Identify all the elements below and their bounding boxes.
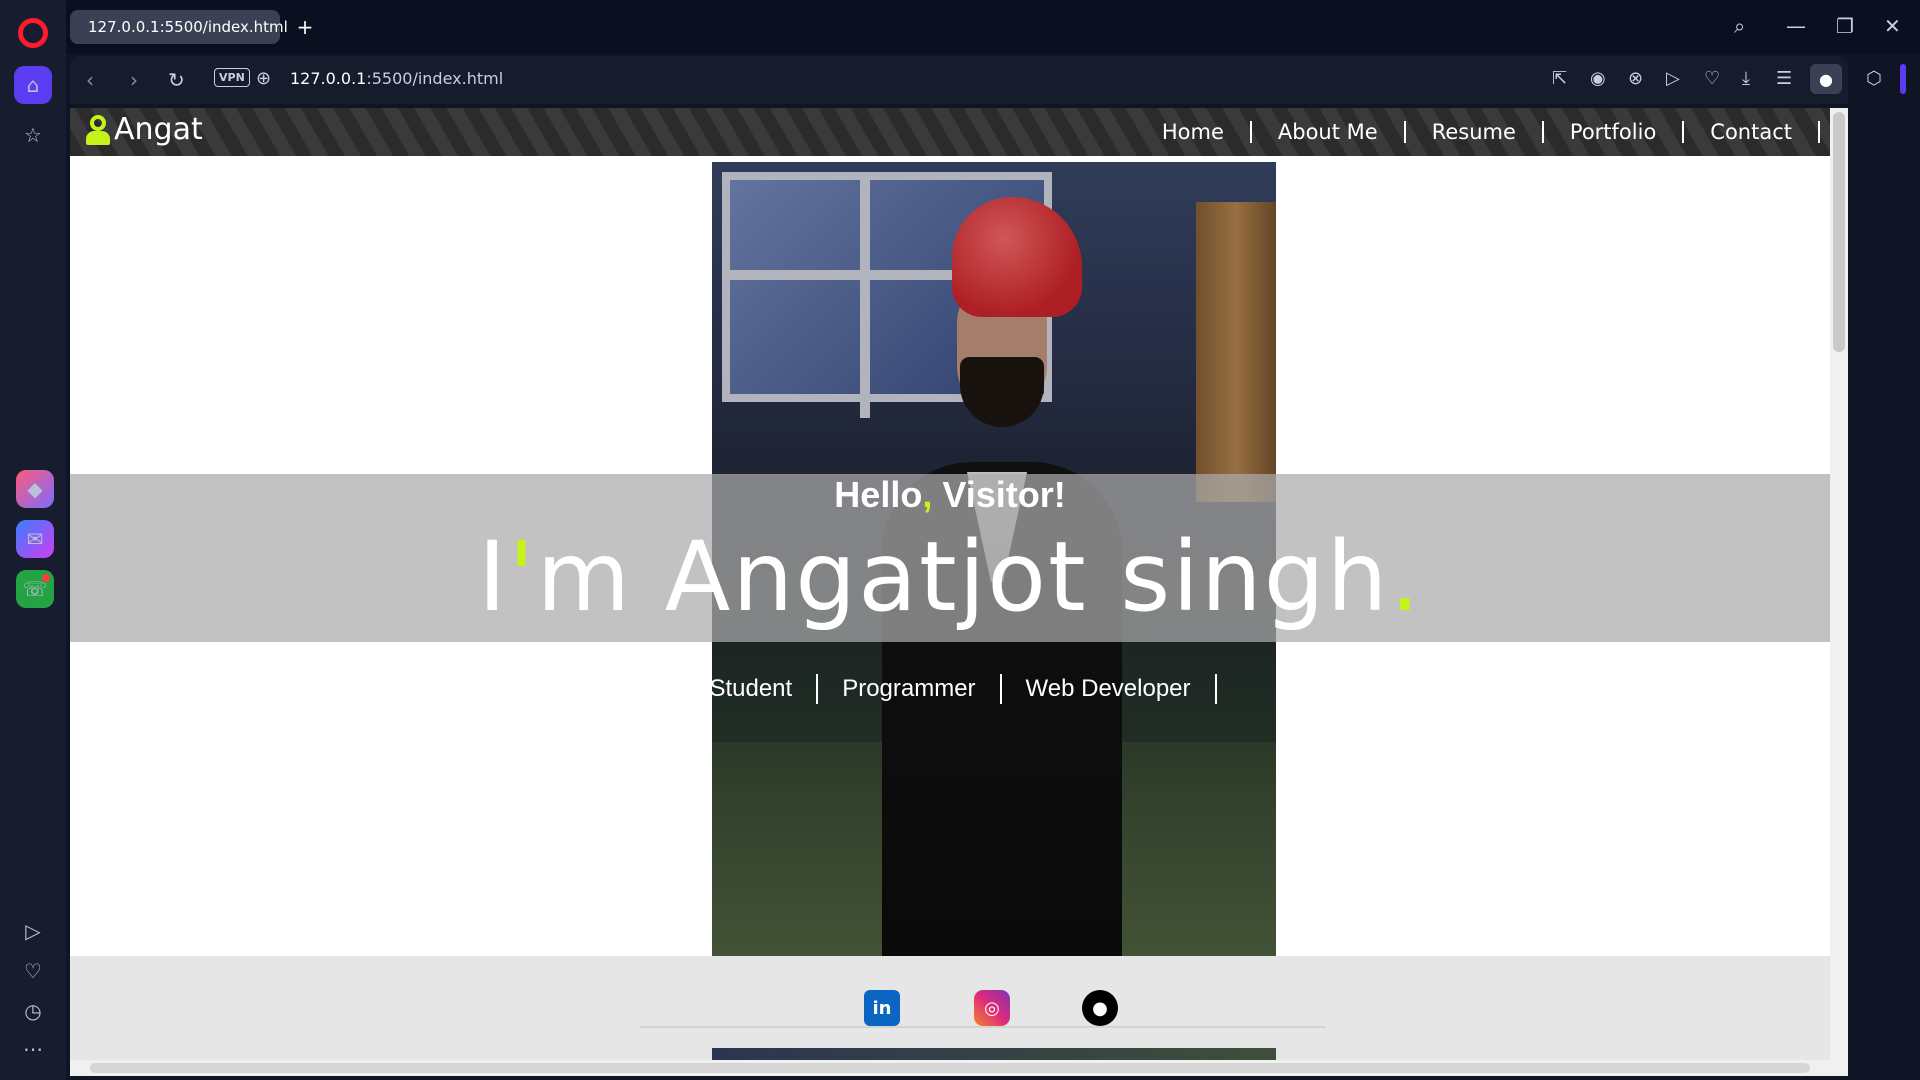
home-icon[interactable]: ⌂ <box>14 66 52 104</box>
profile-icon[interactable]: ● <box>1810 64 1842 94</box>
nav-home[interactable]: Home <box>1136 121 1252 143</box>
vertical-scrollbar[interactable] <box>1830 108 1848 1076</box>
history-icon[interactable]: ◷ <box>14 992 52 1030</box>
greeting-word: Hello <box>834 474 923 515</box>
back-icon[interactable]: ‹ <box>86 68 94 92</box>
share-icon[interactable]: ⇱ <box>1552 68 1567 89</box>
more-icon[interactable]: ⋯ <box>14 1030 52 1068</box>
horizontal-scrollbar[interactable] <box>70 1060 1848 1076</box>
greeting-rest: Visitor! <box>932 474 1066 515</box>
social-band <box>70 956 1830 1060</box>
tab-title: 127.0.0.1:5500/index.html <box>88 18 288 36</box>
linkedin-icon[interactable]: in <box>864 990 900 1026</box>
hero-name: I'm Angatjot singh. <box>70 522 1830 632</box>
new-tab-button[interactable]: + <box>292 14 318 40</box>
tab-strip: 127.0.0.1:5500/index.html + ⌕ — ❐ ✕ <box>66 0 1920 54</box>
forward-icon[interactable]: › <box>130 68 138 92</box>
url-field[interactable]: 127.0.0.1:5500/index.html <box>290 69 503 88</box>
nav-resume[interactable]: Resume <box>1406 121 1544 143</box>
heart-icon[interactable]: ♡ <box>14 952 52 990</box>
instagram-icon[interactable]: ◎ <box>974 990 1010 1026</box>
messenger-icon[interactable]: ✉ <box>16 520 54 558</box>
flow-icon[interactable]: ▷ <box>1666 68 1680 89</box>
aria-icon[interactable]: ◆ <box>16 470 54 508</box>
github-icon[interactable]: ● <box>1082 990 1118 1026</box>
favorite-icon[interactable]: ♡ <box>1704 68 1720 89</box>
minimize-icon[interactable]: — <box>1786 14 1806 38</box>
site-menu: Home About Me Resume Portfolio Contact <box>1136 108 1820 156</box>
nav-portfolio[interactable]: Portfolio <box>1544 121 1685 143</box>
close-icon[interactable]: ✕ <box>1884 14 1901 38</box>
block-ads-icon[interactable]: ⊗ <box>1628 68 1643 89</box>
social-divider <box>640 1026 1326 1028</box>
name-dot: . <box>1389 521 1423 633</box>
reload-icon[interactable]: ↻ <box>168 68 185 92</box>
opera-logo-icon[interactable] <box>18 18 48 48</box>
role-item: Web Developer <box>999 674 1217 704</box>
snapshot-icon[interactable]: ◉ <box>1590 68 1606 89</box>
name-prefix: I <box>477 521 509 633</box>
hero-greeting: Hello, Visitor! <box>70 474 1830 516</box>
url-host: 127.0.0.1 <box>290 69 367 88</box>
star-icon[interactable]: ☆ <box>14 116 52 154</box>
nav-contact[interactable]: Contact <box>1684 121 1820 143</box>
page-viewport: Angat Home About Me Resume Portfolio Con… <box>70 108 1848 1076</box>
scroll-thumb[interactable] <box>1833 112 1845 352</box>
scroll-thumb-h[interactable] <box>90 1063 1810 1073</box>
user-icon <box>84 113 112 147</box>
whatsapp-icon[interactable]: ☏ <box>16 570 54 608</box>
nav-about-me[interactable]: About Me <box>1252 121 1406 143</box>
easy-setup-icon[interactable]: ☰ <box>1776 68 1792 89</box>
restore-icon[interactable]: ❐ <box>1836 14 1854 38</box>
site-navbar: Angat Home About Me Resume Portfolio Con… <box>70 108 1830 156</box>
address-bar-row: ‹ › ↻ VPN ⊕ 127.0.0.1:5500/index.html ⇱ … <box>70 56 1906 104</box>
browser-tab[interactable]: 127.0.0.1:5500/index.html <box>70 10 288 44</box>
hero-roles: Student Programmer Web Developer <box>70 674 1830 704</box>
sidebar-toggle[interactable] <box>1900 64 1906 94</box>
brand-logo[interactable]: Angat <box>84 112 203 147</box>
browser-sidebar: ⌂ ☆ ◆ ✉ ☏ ▷ ♡ ◷ ⋯ <box>0 0 66 1080</box>
greeting-comma: , <box>922 474 933 515</box>
role-item: Student <box>683 674 816 704</box>
name-apostrophe: ' <box>508 521 537 633</box>
brand-name: Angat <box>114 112 203 147</box>
vpn-badge[interactable]: VPN <box>214 68 250 87</box>
search-icon[interactable]: ⌕ <box>1734 14 1745 38</box>
extensions-icon[interactable]: ⬡ <box>1866 68 1882 89</box>
role-item: Programmer <box>816 674 999 704</box>
url-path: :5500/index.html <box>366 69 504 88</box>
name-main: m Angatjot singh <box>536 521 1390 633</box>
player-icon[interactable]: ▷ <box>14 912 52 950</box>
download-icon[interactable]: ⤓ <box>1742 68 1750 89</box>
globe-icon: ⊕ <box>256 68 272 89</box>
